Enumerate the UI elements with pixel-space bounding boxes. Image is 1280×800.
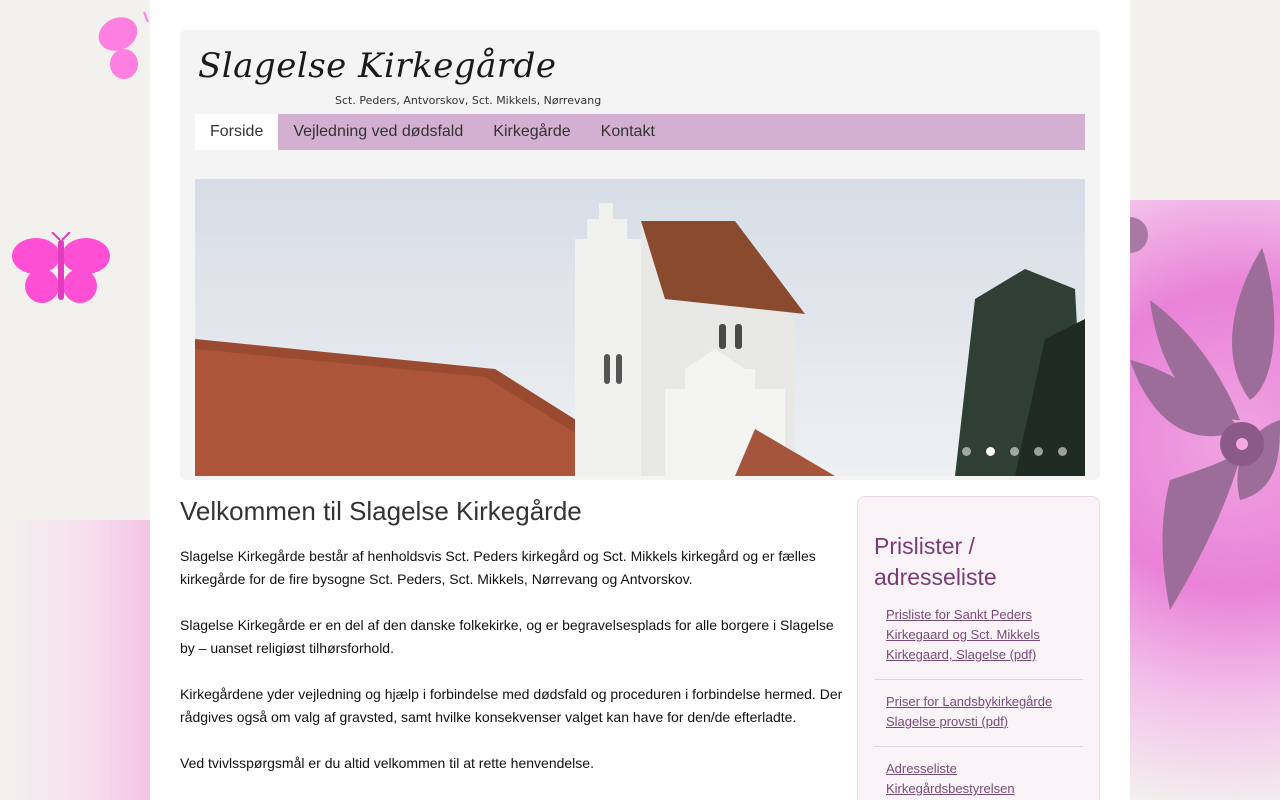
church-photo [195, 179, 1085, 476]
nav-item-vejledning[interactable]: Vejledning ved dødsfald [278, 114, 478, 150]
background-decoration-right [1130, 0, 1280, 800]
nav-item-kirkegaarde[interactable]: Kirkegårde [478, 114, 585, 150]
image-slider[interactable] [195, 179, 1085, 476]
slider-pagination [962, 447, 1067, 456]
content-paragraph: Kirkegårdene yder vejledning og hjælp i … [180, 686, 843, 725]
main-navigation: Forside Vejledning ved dødsfald Kirkegår… [195, 114, 1085, 150]
content-paragraph: Slagelse Kirkegårde består af henholdsvi… [180, 548, 816, 587]
butterfly-icon [98, 11, 149, 79]
sidebar-heading: Prislister / adresseliste [874, 533, 997, 590]
slider-dot[interactable] [962, 447, 971, 456]
page-title: Velkommen til Slagelse Kirkegårde [180, 496, 582, 526]
nav-item-forside[interactable]: Forside [195, 114, 279, 150]
header: Slagelse Kirkegårde Sct. Peders, Antvors… [180, 30, 1100, 480]
nav-item-kontakt[interactable]: Kontakt [586, 114, 670, 150]
slider-dot-active[interactable] [986, 447, 995, 456]
slider-dot[interactable] [1034, 447, 1043, 456]
price-list-link[interactable]: Priser for Landsbykirkegårde Slagelse pr… [874, 692, 1083, 747]
background-decoration-left [0, 520, 150, 800]
content-paragraph: Slagelse Kirkegårde er en del af den dan… [180, 617, 834, 656]
site-logo-title[interactable]: Slagelse Kirkegårde [198, 46, 557, 86]
page-container: Slagelse Kirkegårde Sct. Peders, Antvors… [150, 0, 1130, 800]
main-content: Velkommen til Slagelse Kirkegårde Slagel… [180, 496, 845, 798]
site-logo-subtitle: Sct. Peders, Antvorskov, Sct. Mikkels, N… [335, 94, 602, 107]
content-paragraph: Ved tvivlsspørgsmål er du altid velkomme… [180, 755, 594, 771]
slider-dot[interactable] [1058, 447, 1067, 456]
butterfly-icon [12, 232, 110, 303]
price-list-link[interactable]: Prisliste for Sankt Peders Kirkegaard og… [874, 605, 1083, 680]
address-list-link[interactable]: Adresseliste Kirkegårdsbestyrelsen [874, 759, 1083, 800]
slider-dot[interactable] [1010, 447, 1019, 456]
sidebar-price-lists: Prislister / adresseliste Prisliste for … [857, 496, 1100, 800]
